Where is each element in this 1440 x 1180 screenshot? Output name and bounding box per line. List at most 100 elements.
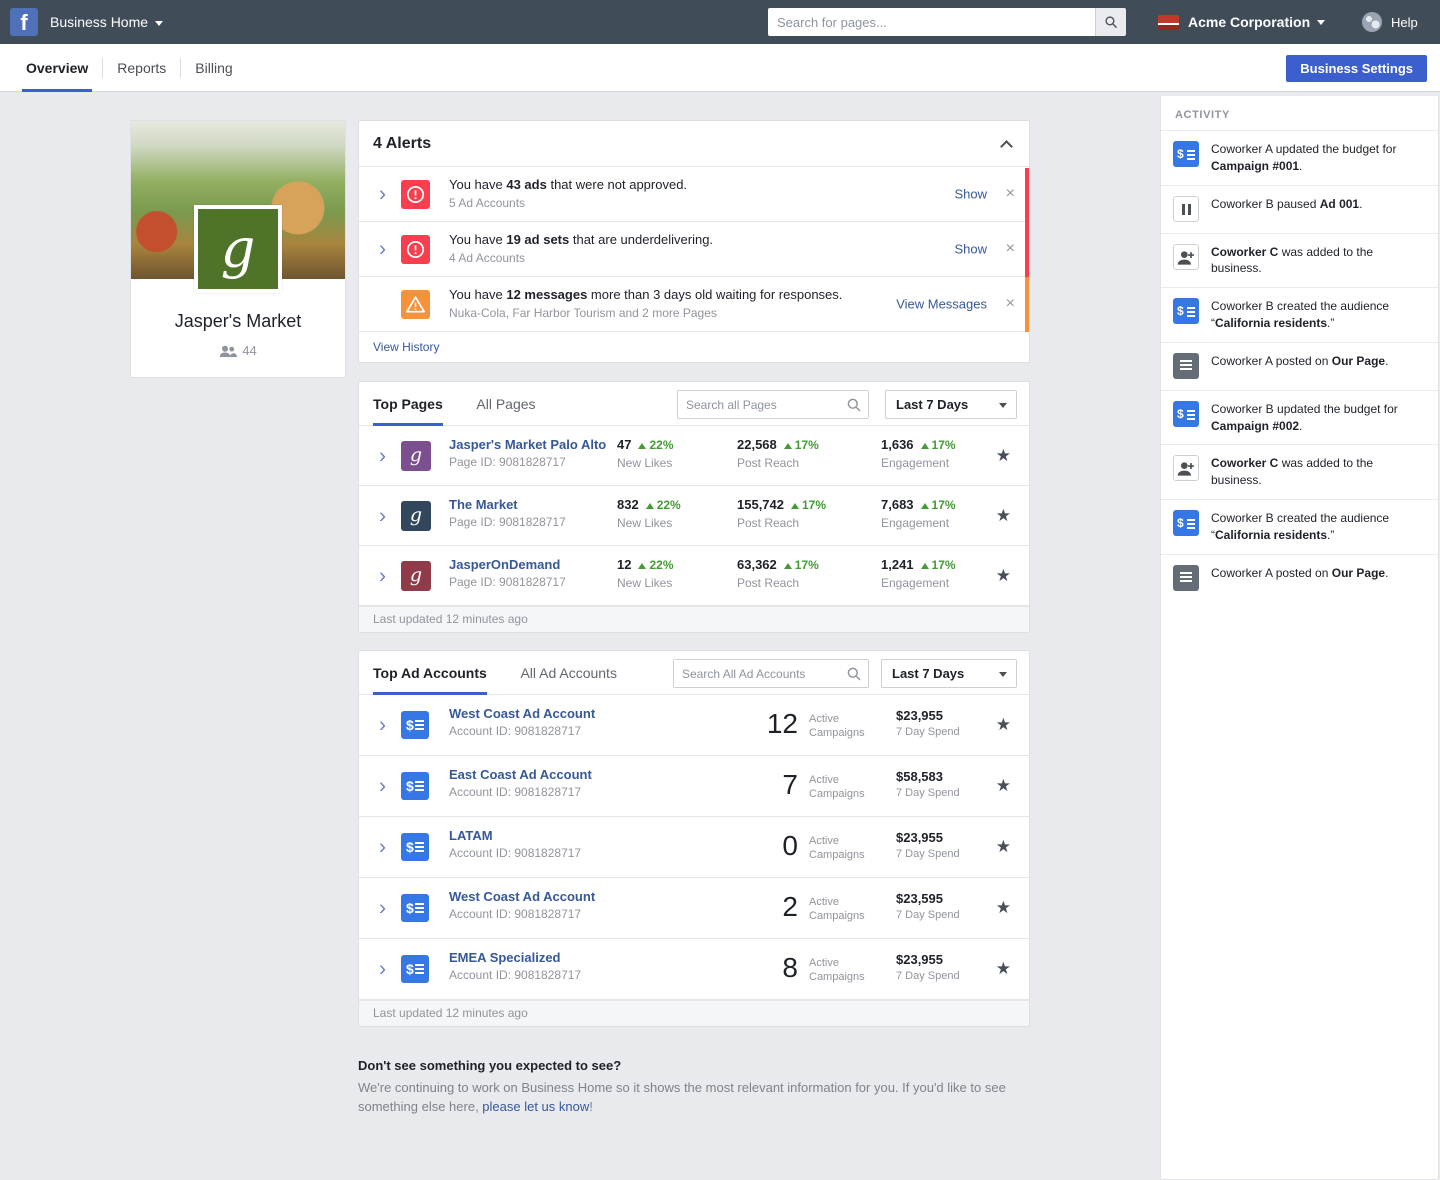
stat-new-likes: 12 22% New Likes — [617, 557, 674, 590]
tab-top-pages[interactable]: Top Pages — [373, 382, 443, 426]
ad-accounts-date-range-select[interactable]: Last 7 Days — [881, 659, 1017, 688]
activity-item[interactable]: $ Coworker B created the audience “Calif… — [1161, 287, 1438, 342]
chevron-right-icon[interactable]: › — [379, 445, 386, 466]
chevron-right-icon[interactable]: › — [379, 898, 386, 919]
chevron-right-icon[interactable]: › — [379, 715, 386, 736]
search-icon — [1105, 16, 1118, 29]
members-count: 44 — [131, 343, 345, 358]
ad-account-name-link[interactable]: EMEA Specialized — [449, 950, 561, 965]
facebook-logo-icon[interactable]: f — [10, 8, 38, 36]
alert-text: You have 43 ads that were not approved. — [449, 177, 688, 192]
activity-item[interactable]: Coworker C was added to the business. — [1161, 444, 1438, 499]
activity-item[interactable]: Coworker A posted on Our Page. — [1161, 341, 1438, 390]
favorite-star-icon[interactable]: ★ — [996, 898, 1011, 918]
favorite-star-icon[interactable]: ★ — [996, 776, 1011, 796]
page-id: Page ID: 9081828717 — [449, 515, 566, 529]
page-post-icon — [1173, 564, 1199, 591]
active-campaigns-label: Active Campaigns — [809, 896, 865, 923]
page-name-link[interactable]: JasperOnDemand — [449, 557, 560, 572]
close-icon[interactable]: × — [1006, 240, 1015, 258]
favorite-star-icon[interactable]: ★ — [996, 566, 1011, 586]
alert-severity-strip — [1025, 168, 1029, 277]
page-name-link[interactable]: The Market — [449, 497, 518, 512]
business-profile-card[interactable]: g Jasper's Market 44 — [130, 120, 346, 378]
show-link[interactable]: Show — [954, 242, 987, 257]
help-menu[interactable]: Help — [1362, 0, 1418, 44]
ad-account-name-link[interactable]: West Coast Ad Account — [449, 889, 595, 904]
alert-text: You have 19 ad sets that are underdelive… — [449, 232, 714, 247]
chevron-right-icon[interactable]: › — [379, 184, 386, 205]
stat-post-reach: 63,362 17% Post Reach — [737, 557, 819, 590]
alert-severity-strip — [1025, 277, 1029, 332]
tab-all-pages[interactable]: All Pages — [476, 382, 535, 426]
favorite-star-icon[interactable]: ★ — [996, 715, 1011, 735]
page-id: Page ID: 9081828717 — [449, 455, 566, 469]
ad-account-name-link[interactable]: West Coast Ad Account — [449, 706, 595, 721]
pages-search-input[interactable] — [678, 391, 868, 418]
feedback-note-body: We're continuing to work on Business Hom… — [358, 1080, 1006, 1114]
chevron-right-icon[interactable]: › — [379, 959, 386, 980]
ad-account-icon: $ — [1173, 509, 1199, 536]
search-button[interactable] — [1095, 8, 1126, 36]
activity-item[interactable]: Coworker B paused Ad 001. — [1161, 184, 1438, 233]
person-add-icon — [1173, 243, 1199, 270]
ad-accounts-search-input[interactable] — [674, 660, 868, 687]
chevron-right-icon[interactable]: › — [379, 565, 386, 586]
tab-reports[interactable]: Reports — [103, 44, 180, 92]
business-settings-button[interactable]: Business Settings — [1286, 55, 1427, 82]
page-id: Page ID: 9081828717 — [449, 575, 566, 589]
alert-subtext: 5 Ad Accounts — [449, 196, 526, 210]
close-icon[interactable]: × — [1006, 295, 1015, 313]
tab-top-ad-accounts[interactable]: Top Ad Accounts — [373, 651, 487, 695]
chevron-right-icon[interactable]: › — [379, 837, 386, 858]
active-campaigns-count: 12 — [766, 708, 798, 739]
favorite-star-icon[interactable]: ★ — [996, 837, 1011, 857]
up-arrow-icon — [638, 443, 647, 449]
chevron-right-icon[interactable]: › — [379, 505, 386, 526]
show-link[interactable]: Show — [954, 187, 987, 202]
seven-day-spend-label: 7 Day Spend — [896, 787, 960, 799]
tab-overview[interactable]: Overview — [12, 44, 102, 92]
close-icon[interactable]: × — [1006, 185, 1015, 203]
global-search-input[interactable] — [768, 8, 1095, 36]
activity-panel: ACTIVITY $ Coworker A updated the budget… — [1160, 96, 1439, 1180]
activity-item[interactable]: $ Coworker A updated the budget for Camp… — [1161, 130, 1438, 185]
active-campaigns-count: 7 — [782, 769, 798, 800]
view-messages-link[interactable]: View Messages — [896, 297, 987, 312]
alert-subtext: Nuka-Cola, Far Harbor Tourism and 2 more… — [449, 306, 717, 320]
feedback-note-title: Don't see something you expected to see? — [358, 1058, 622, 1073]
favorite-star-icon[interactable]: ★ — [996, 506, 1011, 526]
ad-account-name-link[interactable]: LATAM — [449, 828, 493, 843]
account-name: Acme Corporation — [1188, 14, 1311, 30]
date-range-value: Last 7 Days — [892, 666, 965, 681]
active-campaigns-label: Active Campaigns — [809, 713, 865, 740]
chevron-down-icon — [999, 403, 1007, 408]
account-switcher[interactable]: Acme Corporation — [1158, 0, 1326, 44]
ad-account-icon: $ — [401, 894, 429, 922]
tab-all-ad-accounts[interactable]: All Ad Accounts — [520, 651, 617, 695]
favorite-star-icon[interactable]: ★ — [996, 959, 1011, 979]
favorite-star-icon[interactable]: ★ — [996, 446, 1011, 466]
activity-item[interactable]: $ Coworker B created the audience “Calif… — [1161, 498, 1438, 554]
ad-account-row: › $ LATAM Account ID: 9081828717 0 Activ… — [359, 817, 1029, 878]
chevron-right-icon[interactable]: › — [379, 239, 386, 260]
alerts-panel: 4 Alerts › You have 43 ads that were not… — [358, 120, 1030, 363]
active-campaigns-count: 2 — [782, 891, 798, 922]
ad-account-row: › $ EMEA Specialized Account ID: 9081828… — [359, 939, 1029, 1000]
alert-row: You have 12 messages more than 3 days ol… — [359, 277, 1029, 332]
tab-billing[interactable]: Billing — [181, 44, 246, 92]
ad-account-row: › $ West Coast Ad Account Account ID: 90… — [359, 695, 1029, 756]
pages-date-range-select[interactable]: Last 7 Days — [885, 390, 1017, 419]
activity-item[interactable]: Coworker A posted on Our Page. — [1161, 553, 1438, 602]
business-home-menu[interactable]: Business Home — [50, 0, 164, 44]
seven-day-spend: $23,595 — [896, 891, 943, 906]
chevron-right-icon[interactable]: › — [379, 776, 386, 797]
view-history-link[interactable]: View History — [359, 332, 1029, 363]
activity-item[interactable]: $ Coworker B updated the budget for Camp… — [1161, 389, 1438, 445]
ad-account-id: Account ID: 9081828717 — [449, 724, 582, 738]
page-name-link[interactable]: Jasper's Market Palo Alto — [449, 437, 606, 452]
collapse-chevron-up-icon[interactable] — [1000, 140, 1013, 153]
activity-item[interactable]: Coworker C was added to the business. — [1161, 232, 1438, 288]
ad-account-name-link[interactable]: East Coast Ad Account — [449, 767, 592, 782]
let-us-know-link[interactable]: please let us know — [482, 1099, 589, 1114]
